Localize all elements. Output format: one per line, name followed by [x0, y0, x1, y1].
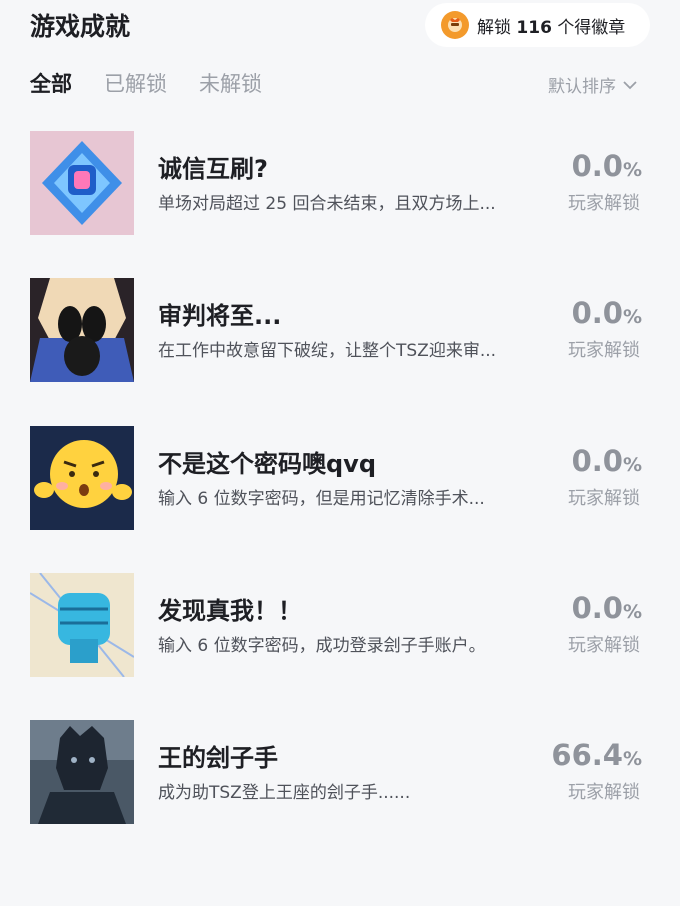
percent-symbol: % — [622, 748, 642, 770]
yellow-face-icon — [30, 426, 134, 530]
badge-suffix: 个得徽章 — [557, 17, 626, 38]
top-bar: 游戏成就 解锁 116 个得徽章 — [0, 0, 680, 50]
unlock-percentage-label: 玩家解锁 — [568, 635, 640, 656]
masked-figure-icon — [30, 278, 134, 382]
unlock-percentage-label: 玩家解锁 — [568, 340, 640, 361]
page-title: 游戏成就 — [30, 12, 131, 41]
badge-count: 116 — [516, 17, 552, 38]
percent-symbol: % — [622, 601, 642, 623]
blue-crystal-icon — [30, 131, 134, 235]
unlock-percentage: 0.0% — [572, 444, 642, 478]
achievements-page: 游戏成就 解锁 116 个得徽章 全部 已解锁 未解锁 默认排序 诚信互刷? 单… — [0, 0, 680, 906]
unlock-percentage-value: 0.0 — [571, 591, 623, 625]
achievement-title: 审判将至... — [158, 302, 282, 330]
achievement-item[interactable]: 不是这个密码噢qvq 输入 6 位数字密码，但是用记忆清除手术... 0.0% … — [30, 426, 650, 530]
unlock-percentage-label: 玩家解锁 — [568, 488, 640, 509]
unlock-percentage: 0.0% — [572, 149, 642, 183]
fist-icon — [30, 573, 134, 677]
sort-dropdown[interactable]: 默认排序 — [548, 72, 638, 97]
unlock-percentage: 66.4% — [551, 738, 642, 772]
achievement-description: 单场对局超过 25 回合未结束，且双方场上... — [158, 194, 496, 214]
filter-tabs: 全部 已解锁 未解锁 — [30, 68, 262, 100]
achievement-item[interactable]: 发现真我！！ 输入 6 位数字密码，成功登录刽子手账户。 0.0% 玩家解锁 — [30, 573, 650, 677]
unlock-percentage: 0.0% — [572, 296, 642, 330]
achievement-title: 不是这个密码噢qvq — [158, 450, 377, 478]
achievement-description: 输入 6 位数字密码，成功登录刽子手账户。 — [158, 636, 486, 656]
unlock-percentage-value: 0.0 — [571, 296, 623, 330]
badge-summary-text: 解锁 116 个得徽章 — [477, 13, 625, 38]
unlock-percentage-label: 玩家解锁 — [568, 782, 640, 803]
unlock-percentage-value: 0.0 — [571, 149, 623, 183]
achievement-description: 在工作中故意留下破绽，让整个TSZ迎来审... — [158, 341, 497, 361]
achievement-item[interactable]: 王的刽子手 成为助TSZ登上王座的刽子手...... 66.4% 玩家解锁 — [30, 720, 650, 824]
chevron-down-icon — [623, 80, 637, 89]
achievement-title: 诚信互刷? — [158, 155, 268, 183]
unlock-percentage-value: 66.4 — [551, 738, 623, 772]
percent-symbol: % — [622, 306, 642, 328]
achievement-item[interactable]: 审判将至... 在工作中故意留下破绽，让整个TSZ迎来审... 0.0% 玩家解… — [30, 278, 650, 382]
tab-all[interactable]: 全部 — [30, 68, 72, 100]
achievement-title: 王的刽子手 — [158, 744, 278, 772]
achievement-description: 成为助TSZ登上王座的刽子手...... — [158, 783, 411, 803]
percent-symbol: % — [622, 159, 642, 181]
percent-symbol: % — [622, 454, 642, 476]
unlock-percentage-value: 0.0 — [571, 444, 623, 478]
achievement-title: 发现真我！！ — [158, 597, 302, 625]
unlock-percentage-label: 玩家解锁 — [568, 193, 640, 214]
achievement-item[interactable]: 诚信互刷? 单场对局超过 25 回合未结束，且双方场上... 0.0% 玩家解锁 — [30, 131, 650, 235]
unlock-percentage: 0.0% — [572, 591, 642, 625]
badge-icon — [441, 11, 469, 39]
sort-label: 默认排序 — [548, 77, 616, 97]
badge-summary-pill[interactable]: 解锁 116 个得徽章 — [425, 3, 650, 47]
tab-locked[interactable]: 未解锁 — [199, 68, 262, 100]
executioner-silhouette-icon — [30, 720, 134, 824]
achievement-description: 输入 6 位数字密码，但是用记忆清除手术... — [158, 489, 485, 509]
tab-unlocked[interactable]: 已解锁 — [104, 68, 167, 100]
badge-prefix: 解锁 — [477, 17, 511, 38]
